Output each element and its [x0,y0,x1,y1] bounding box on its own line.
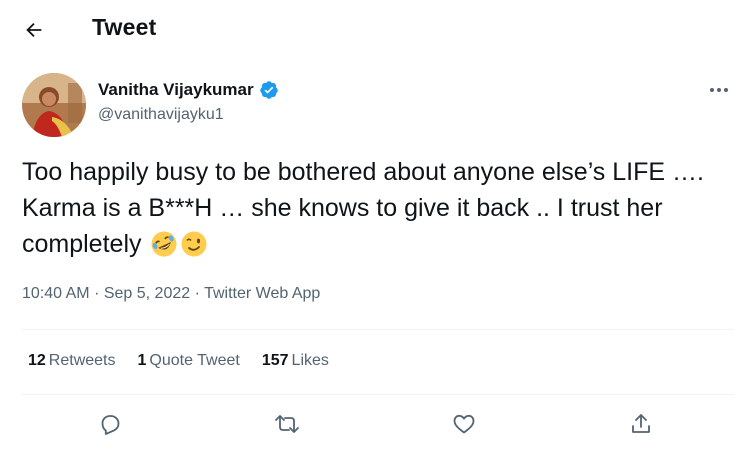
retweets-stat[interactable]: 12 Retweets [28,352,116,370]
author-name: Vanitha Vijaykumar [98,80,254,99]
retweet-button[interactable] [273,410,301,438]
likes-label: Likes [291,352,329,369]
share-button[interactable] [627,410,655,438]
quotes-stat[interactable]: 1 Quote Tweet [138,352,240,370]
meta-separator-2: · [194,285,200,302]
arrow-left-icon [26,22,42,38]
tweet-header: Tweet [0,0,749,56]
tweet-actions [0,404,749,444]
avatar[interactable] [22,73,86,137]
retweets-count: 12 [28,352,46,369]
author-handle[interactable]: @vanithavijayku1 [98,106,279,124]
tweet-stats: 12 Retweets 1 Quote Tweet 157 Likes [28,352,329,370]
back-button[interactable] [18,14,50,46]
likes-count: 157 [261,352,289,369]
likes-stat[interactable]: 157 Likes [262,352,329,370]
quotes-label: Quote Tweet [149,352,240,369]
meta-separator: · [94,285,100,302]
tweet-source: Twitter Web App [204,285,321,302]
reply-button[interactable] [96,410,124,438]
author-block: Vanitha Vijaykumar @vanithavijayku1 [98,80,279,124]
share-icon [632,414,650,433]
divider [22,329,734,330]
rolling-on-floor-laughing-emoji [151,231,177,257]
tweet-body: Too happily busy to be bothered about an… [22,158,704,258]
tweet-text: Too happily busy to be bothered about an… [22,154,732,262]
retweet-icon [275,415,299,433]
author-name-row[interactable]: Vanitha Vijaykumar [98,80,279,100]
verified-badge-icon [259,81,278,99]
avatar-image [22,73,86,137]
page-title: Tweet [92,14,157,40]
tweet-time[interactable]: 10:40 AM [22,285,90,302]
more-dots-icon [710,88,728,92]
tweet-date[interactable]: Sep 5, 2022 [104,285,190,302]
tweet-meta: 10:40 AM · Sep 5, 2022 · Twitter Web App [22,285,320,303]
reply-icon [101,415,120,435]
retweets-label: Retweets [48,352,116,369]
quotes-count: 1 [137,352,147,369]
more-options-button[interactable] [707,80,731,100]
divider [22,394,734,395]
winking-face-emoji [181,231,207,257]
like-button[interactable] [450,410,478,438]
like-icon [453,414,475,434]
